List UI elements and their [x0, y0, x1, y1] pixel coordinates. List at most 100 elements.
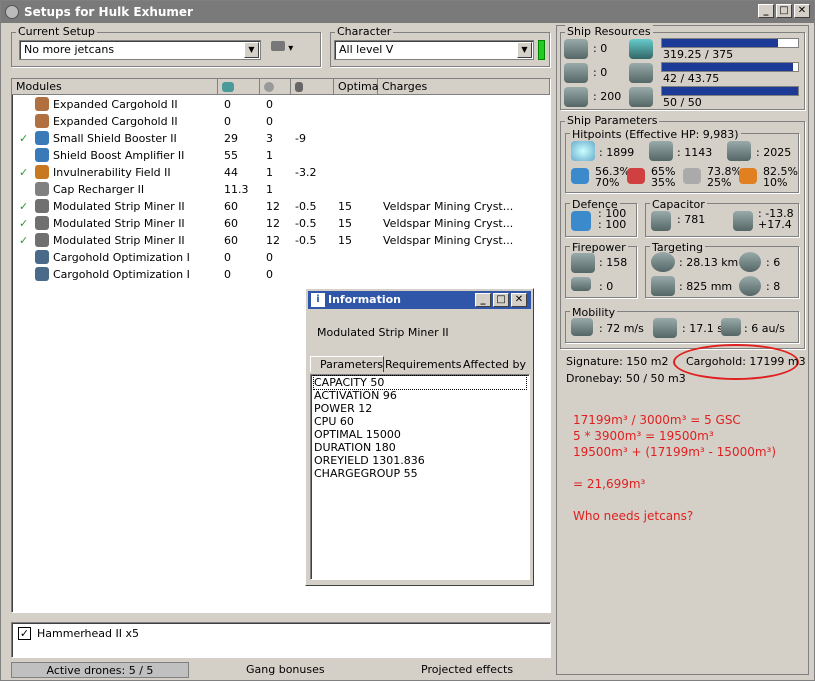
module-cpu: 11.3: [224, 183, 249, 196]
active-check-icon[interactable]: ✓: [19, 164, 28, 181]
em-resist-icon: [571, 168, 589, 184]
close-button[interactable]: ✕: [794, 4, 810, 18]
table-row[interactable]: Expanded Cargohold II 0 0: [12, 113, 547, 130]
tab-parameters[interactable]: Parameters: [310, 356, 384, 372]
table-row[interactable]: ✓ Modulated Strip Miner II 60 12 -0.5 15 Velds…: [12, 198, 547, 215]
table-row[interactable]: Cap Recharger II 11.3 1: [12, 181, 547, 198]
powergrid-icon: [629, 63, 653, 83]
module-powergrid: 3: [266, 132, 273, 145]
capacitor-capacity: : 781: [677, 213, 706, 226]
character-select-value: All level V: [339, 43, 394, 56]
character-select[interactable]: All level V ▼: [334, 40, 534, 60]
info-item-name: Modulated Strip Miner II: [317, 326, 449, 339]
active-drones-tab[interactable]: Active drones: 5 / 5: [11, 662, 189, 678]
kinetic-resist: 73.8% 25%: [707, 166, 742, 188]
module-cpu: 29: [224, 132, 238, 145]
module-cpu: 0: [224, 115, 231, 128]
setup-options-button[interactable]: ▾: [271, 41, 305, 59]
powergrid-icon: [264, 82, 274, 92]
window-title: Setups for Hulk Exhumer: [24, 5, 193, 19]
info-maximize-button[interactable]: □: [493, 293, 509, 307]
chevron-down-icon: ▾: [288, 43, 294, 54]
info-minimize-button[interactable]: _: [475, 293, 491, 307]
drones-list[interactable]: ✓ Hammerhead II x5: [11, 622, 551, 658]
module-cpu: 0: [224, 268, 231, 281]
active-check-icon[interactable]: ✓: [19, 215, 28, 232]
table-row[interactable]: Cargohold Optimization I 0 0: [12, 249, 547, 266]
column-cpu[interactable]: [218, 79, 260, 95]
list-item[interactable]: POWER 12: [314, 402, 526, 415]
minimize-button[interactable]: _: [758, 4, 774, 18]
structure-icon: [727, 141, 751, 161]
explosive-resist-icon: [739, 168, 757, 184]
drone-checkbox[interactable]: ✓: [18, 627, 31, 640]
module-name: Cap Recharger II: [53, 183, 145, 196]
module-powergrid: 1: [266, 183, 273, 196]
column-modules[interactable]: Modules: [12, 79, 218, 95]
table-row[interactable]: ✓ Modulated Strip Miner II 60 12 -0.5 15 Velds…: [12, 215, 547, 232]
scan-resolution-icon: [651, 276, 675, 296]
scan-resolution: : 825 mm: [679, 280, 733, 293]
setup-select[interactable]: No more jetcans ▼: [19, 40, 261, 60]
table-row[interactable]: Expanded Cargohold II 0 0: [12, 96, 547, 113]
module-name: Invulnerability Field II: [53, 166, 171, 179]
speed-icon: [571, 318, 593, 336]
active-check-icon[interactable]: ✓: [19, 232, 28, 249]
column-powergrid[interactable]: [260, 79, 291, 95]
module-name: Modulated Strip Miner II: [53, 200, 185, 213]
explosive-resist: 82.5% 10%: [763, 166, 798, 188]
module-charges: Veldspar Mining Cryst...: [383, 217, 514, 230]
sensor-strength-icon: [739, 276, 761, 296]
module-powergrid: 1: [266, 166, 273, 179]
cpu-text: 319.25 / 375: [663, 48, 734, 61]
info-close-button[interactable]: ✕: [511, 293, 527, 307]
maximize-button[interactable]: □: [776, 4, 792, 18]
information-dialog: i Information _ □ ✕ Modulated Strip Mine…: [305, 288, 534, 586]
info-title: Information: [328, 293, 401, 306]
active-check-icon[interactable]: ✓: [19, 130, 28, 147]
signature-radius: Signature: 150 m2: [566, 355, 669, 368]
list-item[interactable]: ACTIVATION 96: [314, 389, 526, 402]
cargohold-capacity: Cargohold: 17199 m3: [686, 355, 806, 368]
turret-slots: : 0: [593, 42, 608, 55]
align-time-icon: [653, 318, 677, 338]
module-cpu: 0: [224, 251, 231, 264]
tab-affected-by[interactable]: Affected by: [463, 358, 526, 372]
table-row[interactable]: ✓ Modulated Strip Miner II 60 12 -0.5 15 Velds…: [12, 232, 547, 249]
module-capacitor: -9: [295, 132, 306, 145]
table-row[interactable]: ✓ Invulnerability Field II 44 1 -3.2: [12, 164, 547, 181]
ship-icon: [271, 41, 285, 51]
projected-effects-tab[interactable]: Projected effects: [421, 662, 513, 678]
module-powergrid: 0: [266, 251, 273, 264]
list-item[interactable]: OREYIELD 1301.836: [314, 454, 526, 467]
tab-requirements[interactable]: Requirements: [385, 358, 461, 372]
column-optimal[interactable]: Optimal: [334, 79, 382, 95]
title-bar: Setups for Hulk Exhumer _ □ ✕: [1, 1, 814, 23]
list-item[interactable]: DURATION 180: [314, 441, 526, 454]
targeting-range: : 28.13 km: [679, 256, 739, 269]
column-charges[interactable]: Charges: [378, 79, 550, 95]
calibration-value: : 200: [593, 90, 622, 103]
launcher-slots: : 0: [593, 66, 608, 79]
list-item[interactable]: OPTIMAL 15000: [314, 428, 526, 441]
chevron-down-icon[interactable]: ▼: [517, 42, 532, 58]
table-row[interactable]: Shield Boost Amplifier II 55 1: [12, 147, 547, 164]
active-check-icon[interactable]: ✓: [19, 198, 28, 215]
gang-bonuses-tab[interactable]: Gang bonuses: [246, 662, 325, 678]
parameters-list[interactable]: CAPACITY 50 ACTIVATION 96 POWER 12 CPU 60 OP…: [310, 374, 530, 580]
chevron-down-icon[interactable]: ▼: [244, 42, 259, 58]
capacitor-delta-2: +17.4: [758, 218, 792, 231]
main-window: Setups for Hulk Exhumer _ □ ✕ Current Se…: [0, 0, 815, 681]
module-capacitor: -0.5: [295, 234, 317, 247]
list-item[interactable]: CAPACITY 50: [313, 375, 527, 390]
module-powergrid: 0: [266, 115, 273, 128]
column-capacitor[interactable]: [291, 79, 334, 95]
table-row[interactable]: Cargohold Optimization I 0 0: [12, 266, 547, 283]
warp-speed: : 6 au/s: [744, 322, 785, 335]
list-item[interactable]: CHARGEGROUP 55: [314, 467, 526, 480]
list-item[interactable]: CPU 60: [314, 415, 526, 428]
table-row[interactable]: ✓ Small Shield Booster II 29 3 -9: [12, 130, 547, 147]
capacitor-recharge-icon: [733, 211, 753, 231]
ship-resources-label: Ship Resources: [565, 25, 653, 38]
capacitor-label: Capacitor: [650, 198, 707, 211]
